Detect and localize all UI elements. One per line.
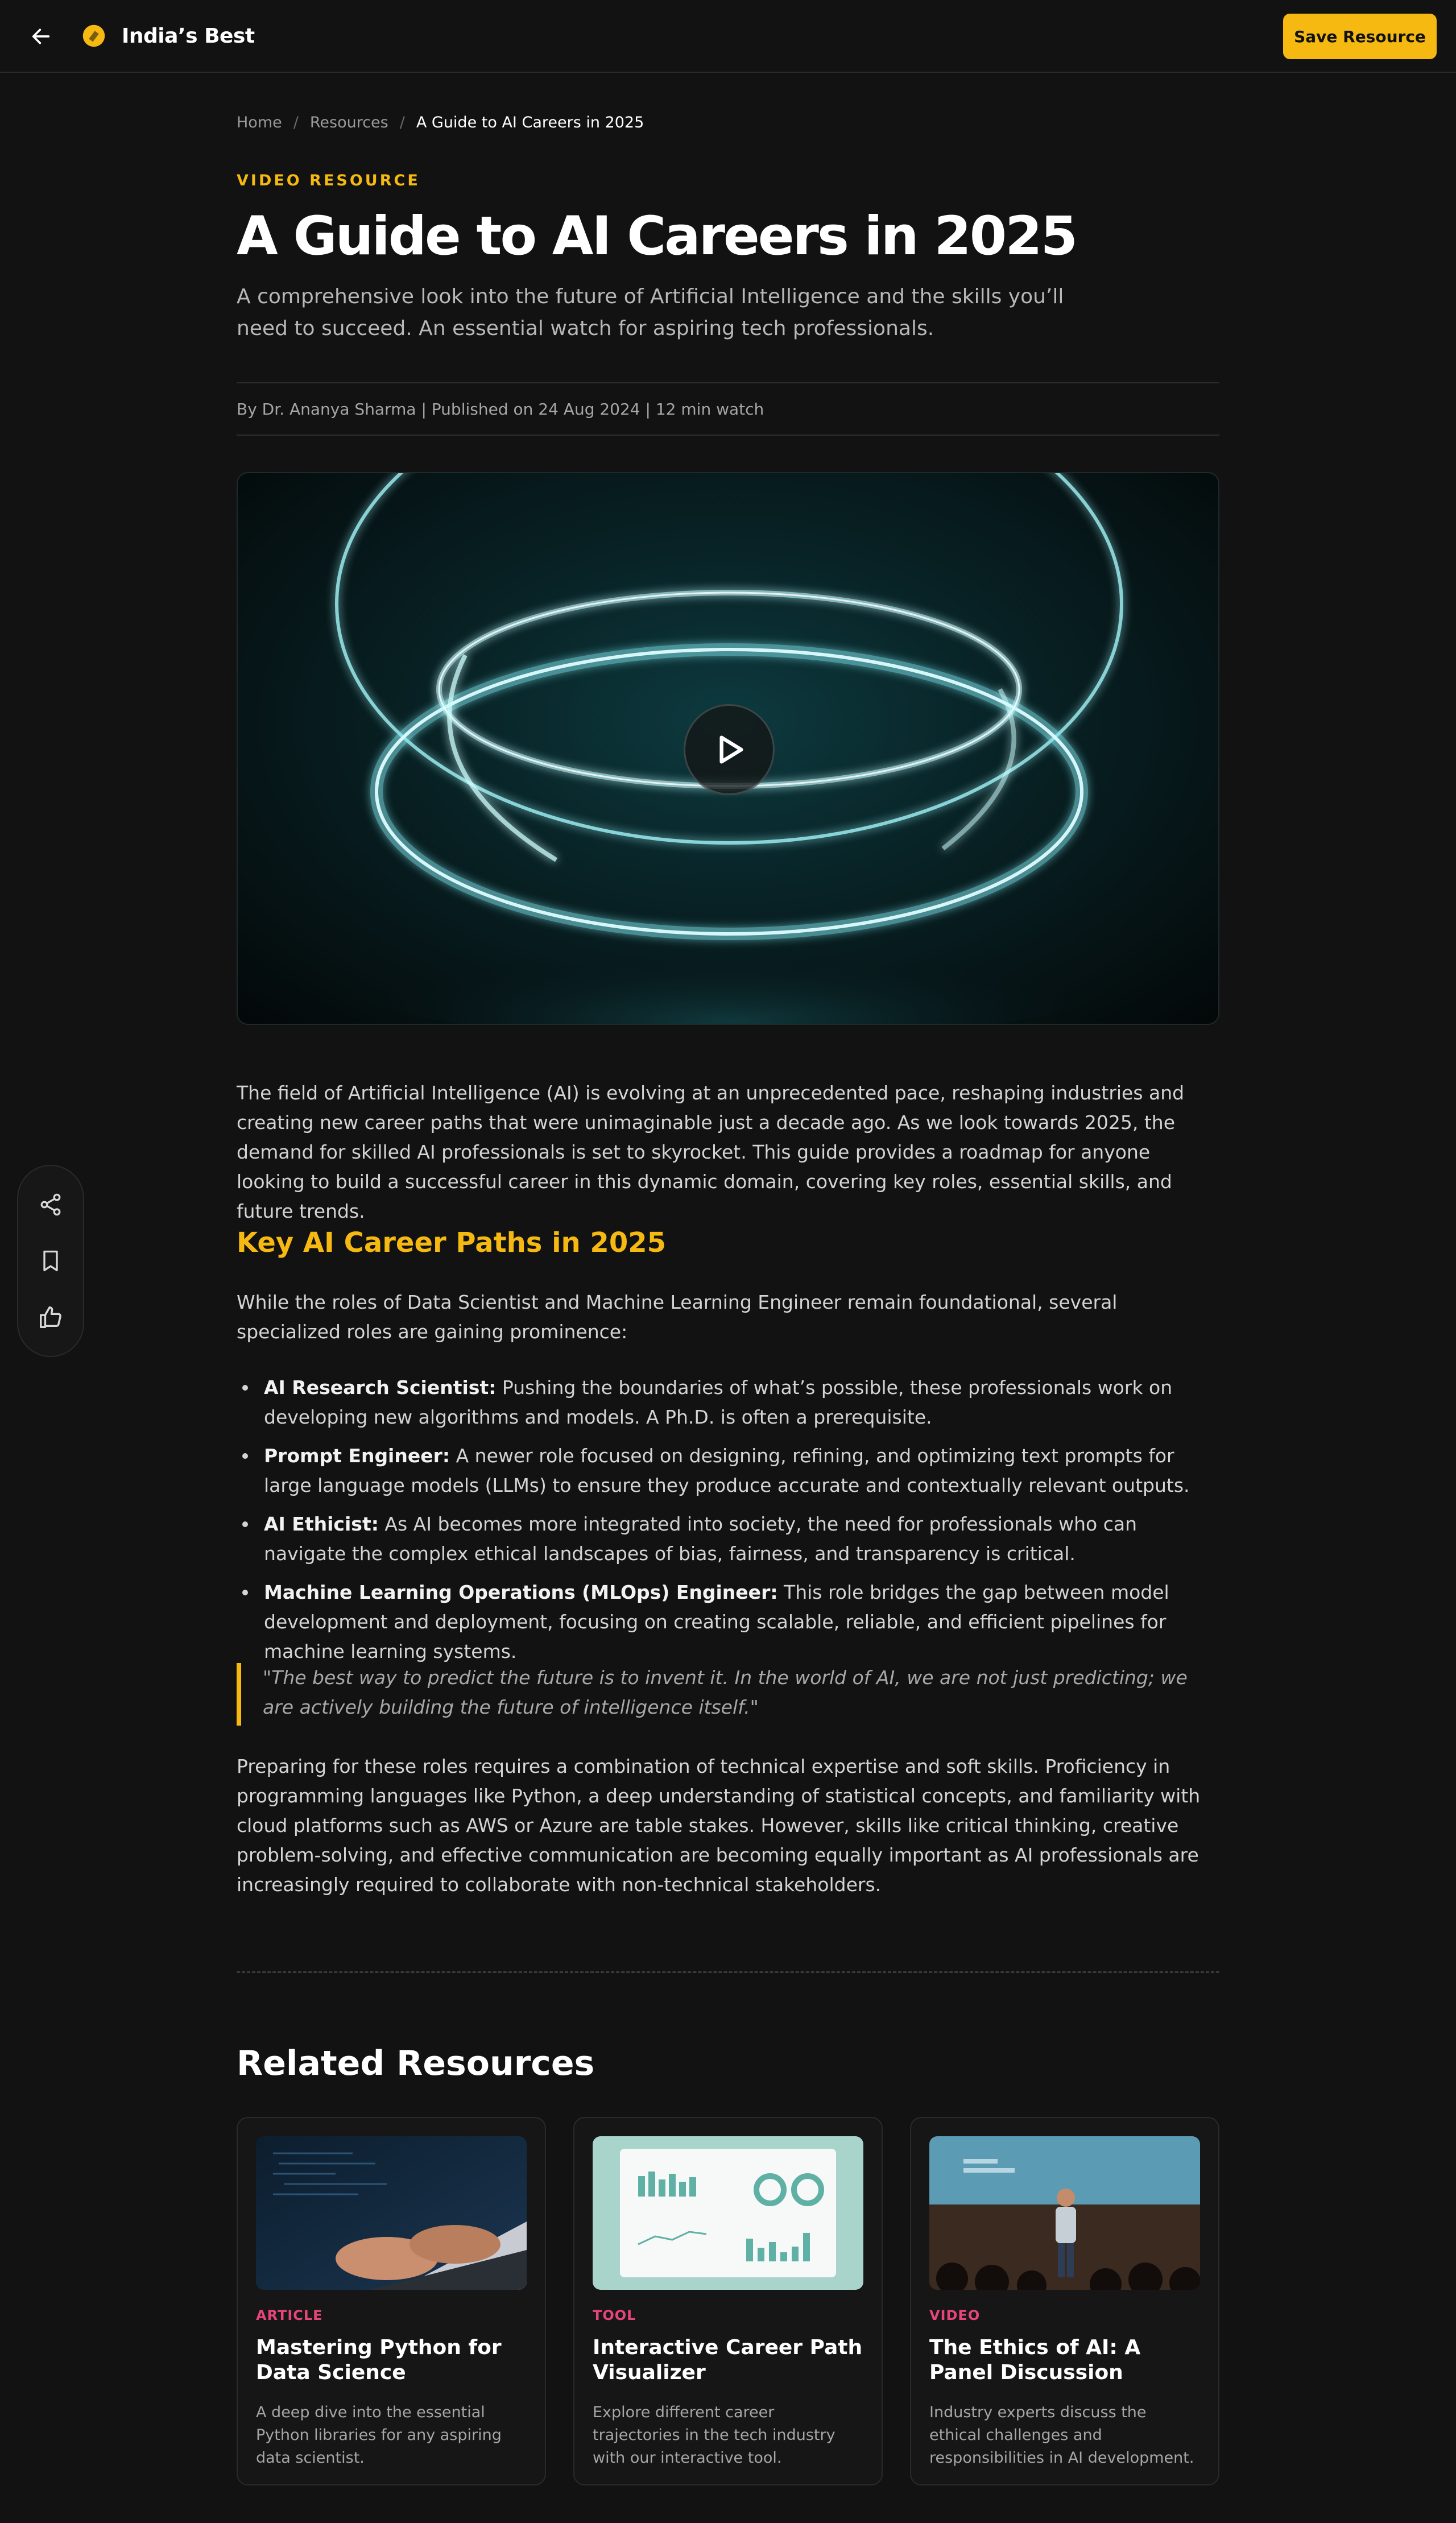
list-item: Prompt Engineer: A newer role focused on… [242,1441,1219,1500]
role-name: Prompt Engineer: [264,1445,450,1467]
back-button[interactable] [25,20,57,52]
page-title: A Guide to AI Careers in 2025 [237,205,1078,267]
share-button[interactable] [31,1185,71,1225]
section-intro-paragraph: While the roles of Data Scientist and Ma… [237,1291,1118,1343]
breadcrumb-separator: / [399,114,405,131]
bookmark-icon [43,1250,58,1272]
breadcrumb-current: A Guide to AI Careers in 2025 [416,114,644,131]
floating-action-rail [17,1165,84,1357]
article-meta: By Dr. Ananya Sharma | Published on 24 A… [237,382,1219,436]
arrow-left-icon [32,28,50,44]
brand-name: India’s Best [122,24,255,48]
panel-speaker-image [929,2136,1200,2290]
role-description: As AI becomes more integrated into socie… [264,1513,1138,1565]
role-name: AI Research Scientist: [264,1376,497,1399]
resource-type-label: VIDEO RESOURCE [237,172,420,189]
card-thumbnail [256,2136,527,2290]
dashboard-image [593,2136,863,2290]
pull-quote: "The best way to predict the future is t… [237,1663,1219,1726]
breadcrumb: Home / Resources / A Guide to AI Careers… [237,111,1219,134]
meta-text: By Dr. Ananya Sharma | Published on 24 A… [237,399,764,419]
related-card-ethics[interactable]: VIDEO The Ethics of AI: A Panel Discussi… [910,2117,1219,2485]
top-bar: India’s Best Save Resource [0,0,1456,73]
play-icon [719,735,743,764]
save-resource-button[interactable]: Save Resource [1283,14,1437,59]
share-icon [40,1193,61,1215]
card-type-label: VIDEO [929,2307,981,2323]
breadcrumb-home[interactable]: Home [237,111,282,134]
card-description: Explore different career trajectories in… [593,2404,835,2467]
intro-paragraph: The field of Artificial Intelligence (AI… [237,1082,1185,1222]
card-description: Industry experts discuss the ethical cha… [929,2404,1194,2467]
brand-logo-icon [82,24,105,47]
like-button[interactable] [31,1297,71,1337]
play-button[interactable] [684,704,775,795]
section-divider [237,1971,1219,1973]
list-item: AI Ethicist: As AI becomes more integrat… [242,1509,1219,1569]
video-player[interactable] [237,472,1219,1025]
card-title: Interactive Career Path Visualizer [593,2336,863,2384]
role-name: AI Ethicist: [264,1513,379,1535]
related-card-python[interactable]: ARTICLE Mastering Python for Data Scienc… [237,2117,546,2485]
bookmark-button[interactable] [31,1241,71,1281]
breadcrumb-resources[interactable]: Resources [310,111,388,134]
career-roles-list: AI Research Scientist: Pushing the bound… [242,1373,1219,1676]
breadcrumb-separator: / [293,114,299,131]
card-title: The Ethics of AI: A Panel Discussion [929,2336,1141,2384]
card-type-label: TOOL [593,2307,636,2323]
related-card-visualizer[interactable]: TOOL Interactive Career Path Visualizer … [573,2117,883,2485]
thumbs-up-icon [40,1306,61,1329]
section-heading: Key AI Career Paths in 2025 [237,1227,667,1259]
page-subtitle: A comprehensive look into the future of … [237,285,1064,340]
role-name: Machine Learning Operations (MLOps) Engi… [264,1581,778,1603]
card-type-label: ARTICLE [256,2307,323,2323]
card-thumbnail [593,2136,863,2290]
laptop-coding-image [256,2136,527,2290]
card-description: A deep dive into the essential Python li… [256,2404,502,2467]
related-resources-heading: Related Resources [237,2044,595,2083]
closing-paragraph: Preparing for these roles requires a com… [237,1755,1201,1896]
card-title: Mastering Python for Data Science [256,2336,502,2384]
related-cards: ARTICLE Mastering Python for Data Scienc… [237,2117,1219,2485]
list-item: Machine Learning Operations (MLOps) Engi… [242,1578,1219,1666]
card-thumbnail [929,2136,1200,2290]
list-item: AI Research Scientist: Pushing the bound… [242,1373,1219,1432]
